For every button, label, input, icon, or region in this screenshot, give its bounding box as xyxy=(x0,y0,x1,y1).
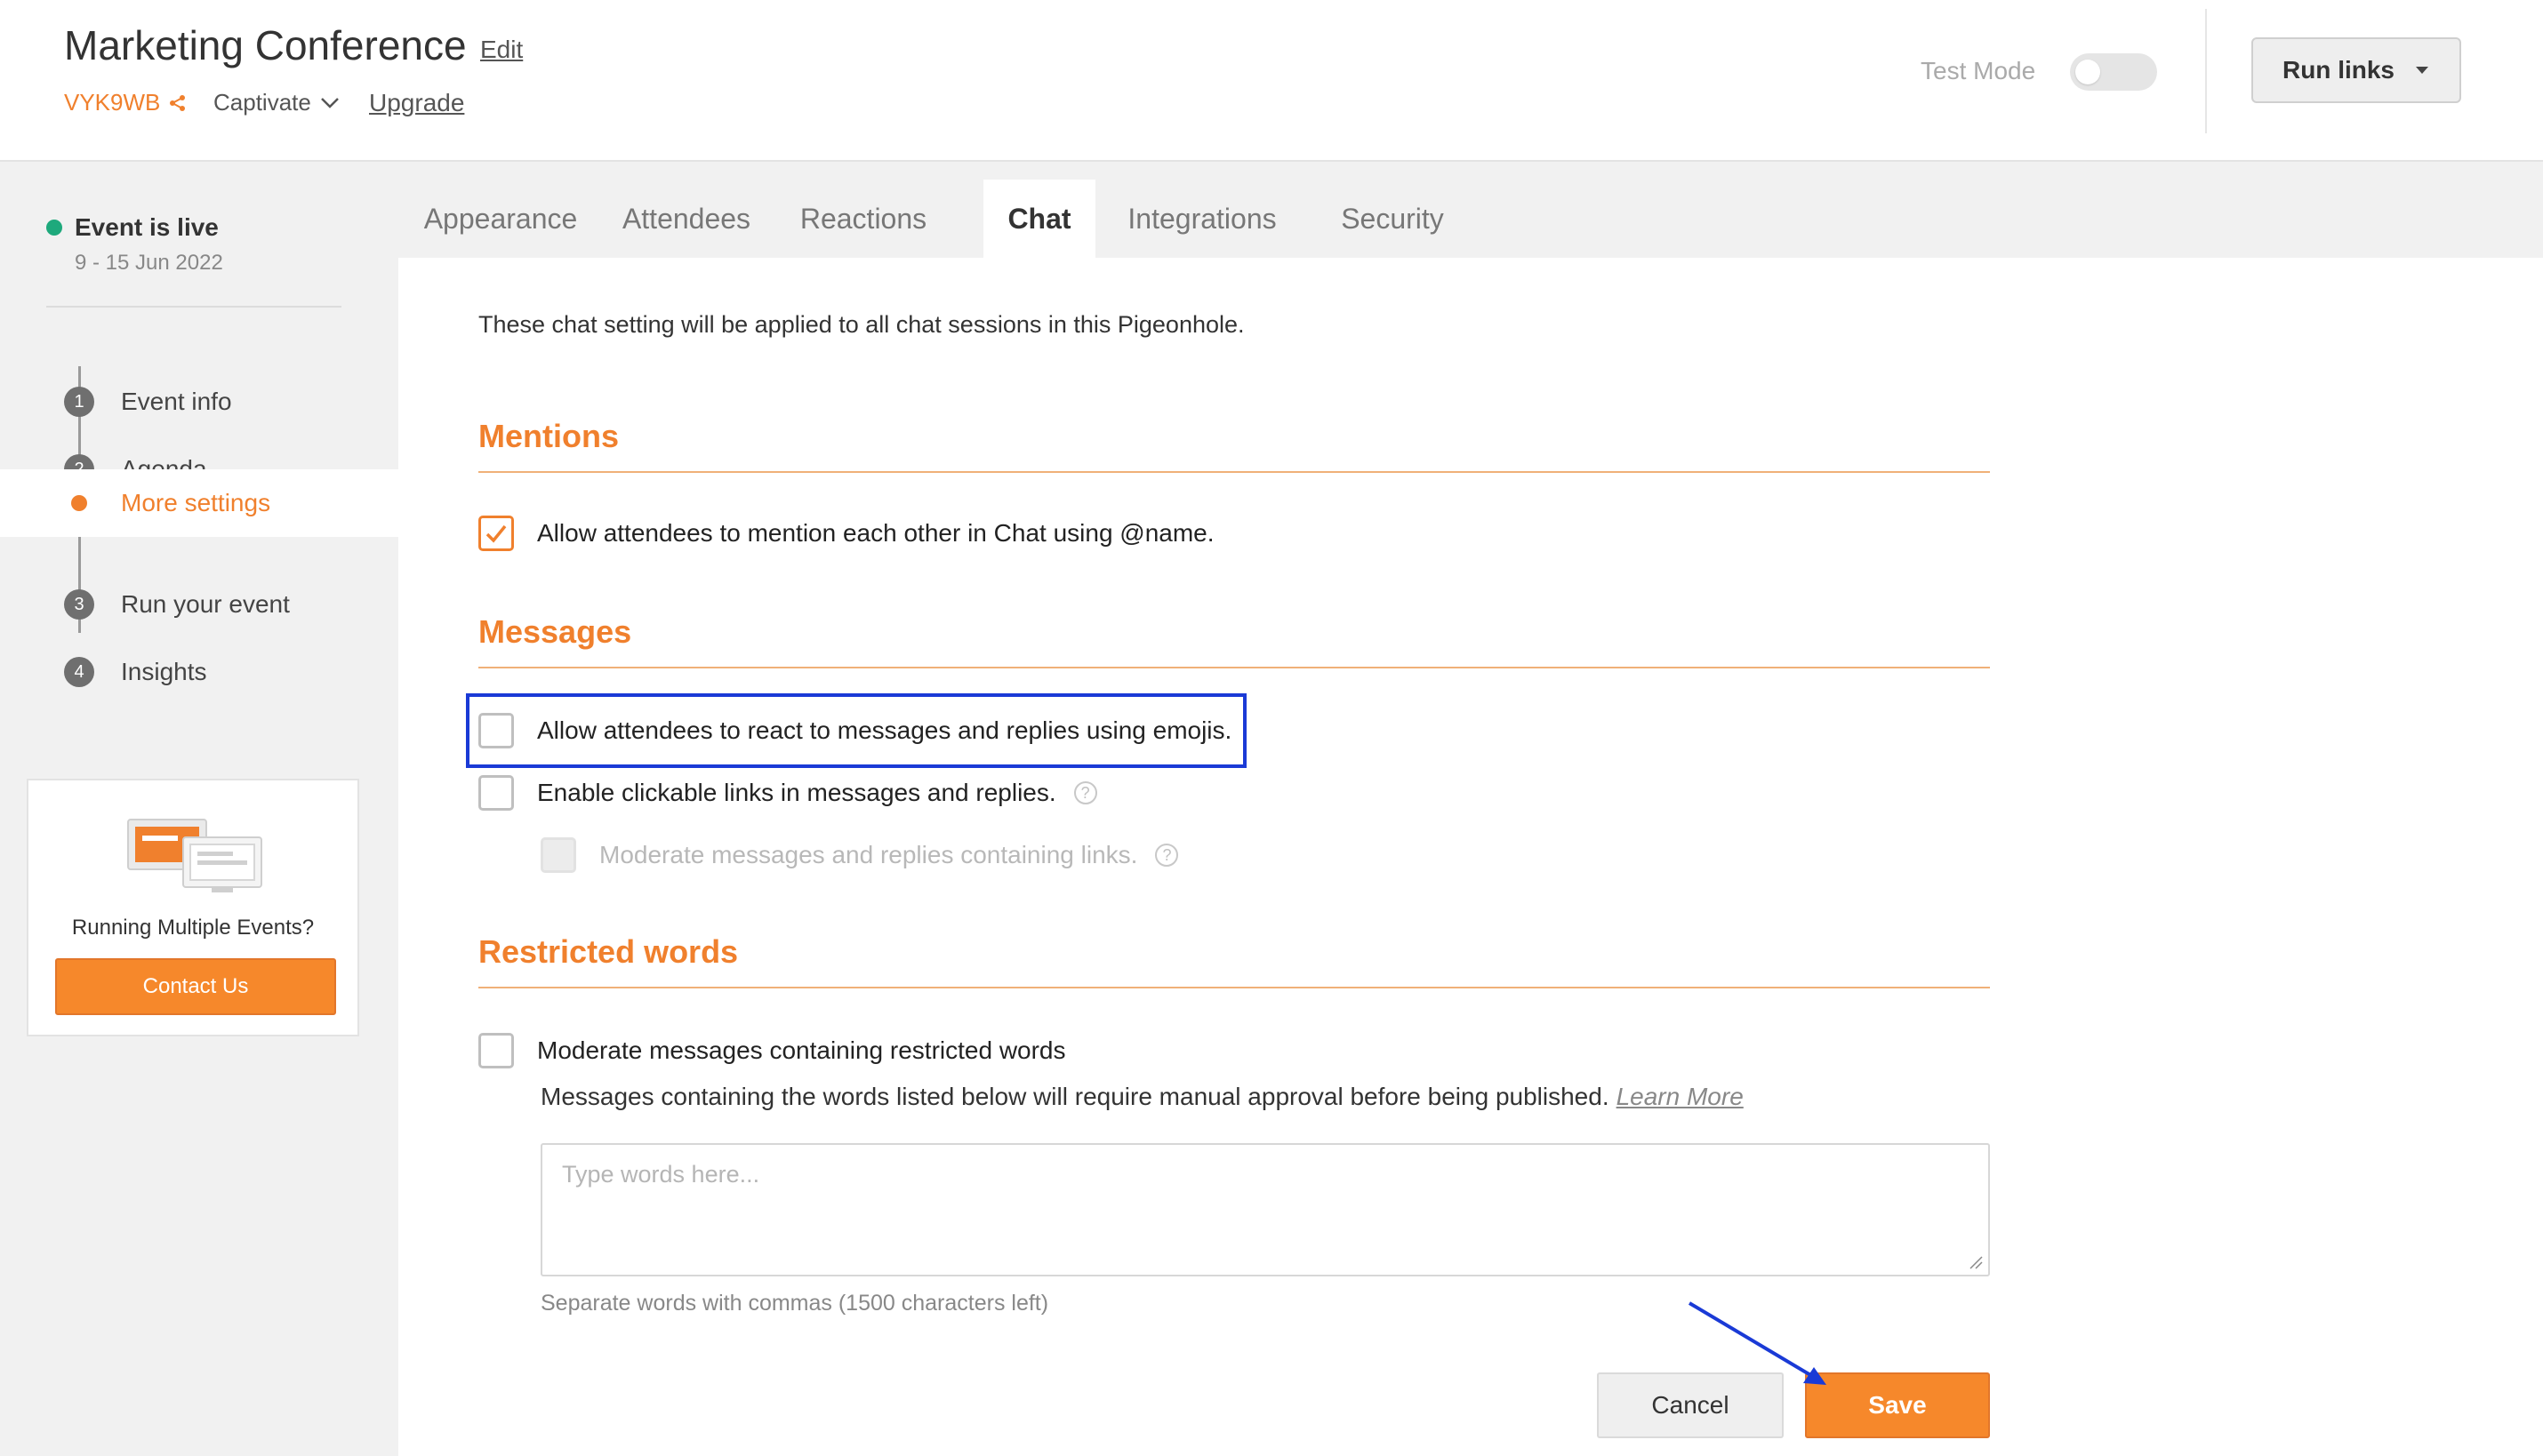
step-number: 1 xyxy=(64,387,94,417)
step-number: 3 xyxy=(64,589,94,620)
tab-appearance[interactable]: Appearance xyxy=(398,180,603,258)
top-header: Marketing Conference Edit VYK9WB Captiva… xyxy=(0,0,2543,162)
intro-text: These chat setting will be applied to al… xyxy=(478,311,1245,338)
step-label: Insights xyxy=(121,658,207,685)
tab-security[interactable]: Security xyxy=(1304,180,1481,258)
edit-link[interactable]: Edit xyxy=(480,36,523,64)
restricted-words-option[interactable]: Moderate messages containing restricted … xyxy=(478,1033,1066,1068)
restricted-words-description-text: Messages containing the words listed bel… xyxy=(541,1083,1609,1110)
test-mode-toggle[interactable] xyxy=(2070,53,2157,91)
sidebar: Event is live 9 - 15 Jun 2022 1 Event in… xyxy=(0,162,398,1456)
tab-chat[interactable]: Chat xyxy=(983,180,1095,258)
cancel-button[interactable]: Cancel xyxy=(1597,1372,1784,1438)
upgrade-link[interactable]: Upgrade xyxy=(369,89,464,117)
header-divider xyxy=(2205,9,2207,133)
checkmark-icon xyxy=(485,524,507,543)
event-code-text: VYK9WB xyxy=(64,89,161,116)
tab-reactions[interactable]: Reactions xyxy=(770,180,957,258)
mentions-option[interactable]: Allow attendees to mention each other in… xyxy=(478,516,1215,551)
restricted-words-divider xyxy=(478,987,1990,988)
resize-handle-icon[interactable] xyxy=(1969,1255,1983,1269)
tab-attendees[interactable]: Attendees xyxy=(603,180,770,258)
multiple-events-promo: Running Multiple Events? Contact Us xyxy=(27,779,359,1036)
run-links-label: Run links xyxy=(2282,56,2395,84)
promo-text: Running Multiple Events? xyxy=(71,916,315,940)
learn-more-link[interactable]: Learn More xyxy=(1616,1083,1744,1110)
test-mode-label: Test Mode xyxy=(1921,57,2036,84)
messages-divider xyxy=(478,667,1990,668)
mentions-option-label: Allow attendees to mention each other in… xyxy=(537,519,1215,547)
sidebar-step-more-settings[interactable]: More settings xyxy=(0,469,398,537)
emoji-reactions-option[interactable]: Allow attendees to react to messages and… xyxy=(478,713,1231,748)
chat-settings-panel: These chat setting will be applied to al… xyxy=(398,258,2543,1456)
sidebar-step-insights[interactable]: 4 Insights xyxy=(0,638,398,706)
restricted-words-label: Moderate messages containing restricted … xyxy=(537,1036,1066,1064)
restricted-words-description: Messages containing the words listed bel… xyxy=(541,1083,1744,1111)
mentions-checkbox[interactable] xyxy=(478,516,514,551)
restricted-words-heading: Restricted words xyxy=(478,933,739,970)
step-label: Run your event xyxy=(121,590,290,618)
run-links-button[interactable]: Run links xyxy=(2251,37,2461,103)
event-status: Event is live xyxy=(46,213,219,242)
emoji-reactions-label: Allow attendees to react to messages and… xyxy=(537,716,1232,744)
help-icon[interactable]: ? xyxy=(1155,844,1179,867)
character-count-hint: Separate words with commas (1500 charact… xyxy=(541,1291,1049,1316)
live-status-icon xyxy=(46,220,62,236)
plan-dropdown[interactable]: Captivate xyxy=(213,89,340,116)
moderate-links-option: Moderate messages and replies containing… xyxy=(541,837,1179,873)
contact-us-button[interactable]: Contact Us xyxy=(55,958,336,1015)
caret-down-icon xyxy=(2416,67,2428,74)
messages-heading: Messages xyxy=(478,613,632,650)
settings-tabs: Appearance Attendees Reactions Chat Inte… xyxy=(398,162,2543,258)
toggle-knob xyxy=(2075,60,2100,84)
event-status-label: Event is live xyxy=(75,213,219,241)
step-label: Event info xyxy=(121,388,232,415)
help-icon[interactable]: ? xyxy=(1073,781,1097,804)
mentions-heading: Mentions xyxy=(478,418,619,454)
step-number: 4 xyxy=(64,657,94,687)
event-code[interactable]: VYK9WB xyxy=(64,89,187,116)
clickable-links-checkbox[interactable] xyxy=(478,775,514,811)
restricted-words-checkbox[interactable] xyxy=(478,1033,514,1068)
tab-integrations[interactable]: Integrations xyxy=(1101,180,1304,258)
moderate-links-label: Moderate messages and replies containing… xyxy=(599,841,1138,868)
clickable-links-label: Enable clickable links in messages and r… xyxy=(537,779,1056,806)
restricted-words-input[interactable]: Type words here... xyxy=(541,1143,1990,1276)
chevron-down-icon xyxy=(320,97,339,108)
emoji-reactions-checkbox[interactable] xyxy=(478,713,514,748)
restricted-words-placeholder: Type words here... xyxy=(562,1161,760,1188)
event-title: Marketing Conference xyxy=(64,22,467,68)
save-button[interactable]: Save xyxy=(1805,1372,1990,1438)
mentions-divider xyxy=(478,471,1990,473)
sidebar-step-run-your-event[interactable]: 3 Run your event xyxy=(0,571,398,638)
moderate-links-checkbox xyxy=(541,837,576,873)
active-step-dot-icon xyxy=(71,495,87,511)
event-date-range: 9 - 15 Jun 2022 xyxy=(75,251,223,275)
share-icon xyxy=(170,94,186,111)
clickable-links-option[interactable]: Enable clickable links in messages and r… xyxy=(478,775,1097,811)
sidebar-step-event-info[interactable]: 1 Event info xyxy=(0,368,398,436)
multiple-screens-icon xyxy=(127,819,262,892)
sidebar-divider xyxy=(46,306,341,308)
step-label: More settings xyxy=(121,489,271,516)
plan-name: Captivate xyxy=(213,89,311,116)
